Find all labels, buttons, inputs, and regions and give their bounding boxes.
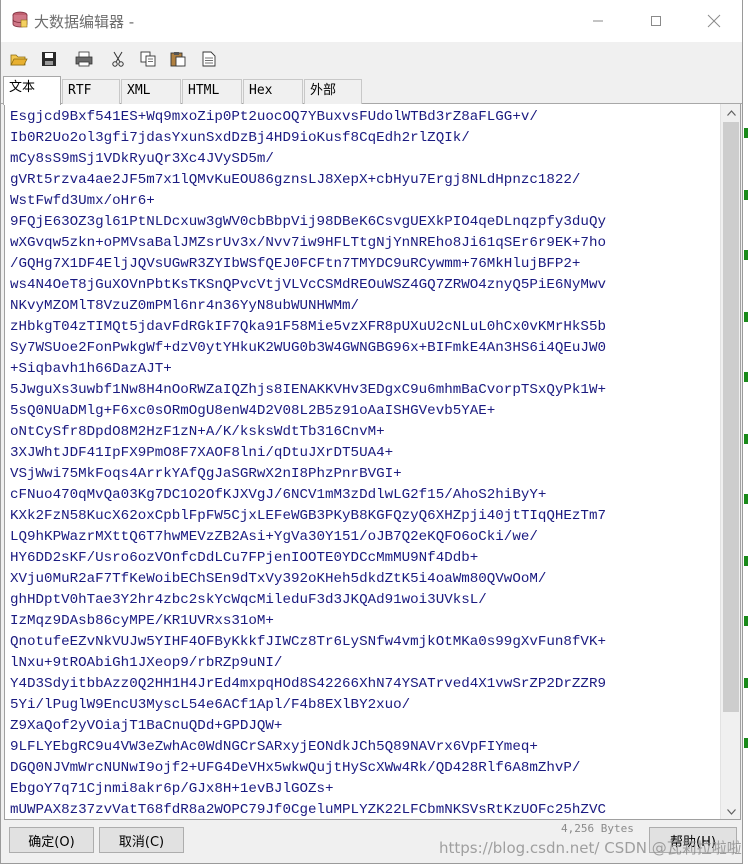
- editor-line: oNtCySfr8DpdO8M2HzF1zN+A/K/ksksWdtTb316C…: [10, 424, 385, 440]
- editor-line: lNxu+9tROAbiGh1JXeop9/rbRZp9uNI/: [10, 655, 283, 671]
- scroll-down-button[interactable]: [721, 803, 740, 819]
- editor-line: EbgoY7q71Cjnmi8akr6p/GJx8H+1evBJlGOZs+: [10, 781, 334, 797]
- close-icon: [707, 14, 721, 28]
- editor-line: 5sQ0NUaDMlg+F6xc0sORmOgU8enW4D2V08L2B5z9…: [10, 403, 496, 419]
- editor-line: mCy8sS9mSj1VDkRyuQr3Xc4JVySD5m/: [10, 151, 274, 167]
- paste-icon: [170, 52, 186, 67]
- tab-hex[interactable]: Hex: [243, 79, 303, 104]
- editor-line: 9LFLYEbgRC9u4VW3eZwhAc0WdNGCrSARxyjEONdk…: [10, 739, 538, 755]
- window-title: 大数据编辑器 -: [34, 13, 135, 31]
- background-marker: [744, 434, 748, 444]
- tab-rtf[interactable]: RTF: [62, 79, 120, 104]
- editor-line: VSjWwi75MkFoqs4ArrkYAfQgJaSGRwX2nI8PhzPn…: [10, 466, 402, 482]
- background-marker: [744, 190, 748, 200]
- ok-button[interactable]: 确定(O): [9, 827, 94, 853]
- save-button[interactable]: [38, 48, 60, 70]
- editor-line: mUWPAX8z37zvVatT68fdR8a2WOPC79Jf0CgeluMP…: [10, 802, 606, 818]
- chevron-down-icon: [726, 808, 736, 815]
- background-marker: [744, 494, 748, 504]
- maximize-icon: [651, 16, 661, 26]
- background-marker: [744, 678, 748, 688]
- editor-line: gVRt5rzva4ae2JF5m7x1lQMvKuEOU86gznsLJ8Xe…: [10, 172, 581, 188]
- background-marker: [744, 312, 748, 322]
- background-marker: [744, 738, 748, 748]
- save-icon: [42, 52, 56, 66]
- editor-line: ws4N4OeT8jGuXOVnPbtKsTKSnQPvcVtjVLVcCSMd…: [10, 277, 606, 293]
- minimize-button[interactable]: [569, 0, 627, 42]
- tab-external[interactable]: 外部: [304, 79, 362, 104]
- editor-line: 5Yi/lPuglW9EncU3MyscL54e6ACf1Apl/F4b8EXl…: [10, 697, 411, 713]
- chevron-up-icon: [726, 109, 736, 116]
- background-marker: [744, 556, 748, 566]
- editor-line: wXGvqw5zkn+oPMVsaBalJMZsrUv3x/Nvv7iw9HFL…: [10, 235, 606, 251]
- document-icon: [202, 51, 216, 67]
- title-bar: 大数据编辑器 -: [1, 0, 742, 42]
- cut-button[interactable]: [107, 48, 129, 70]
- print-button[interactable]: [73, 48, 95, 70]
- close-button[interactable]: [685, 0, 742, 42]
- scroll-up-button[interactable]: [721, 104, 740, 121]
- tab-text[interactable]: 文本: [3, 76, 61, 105]
- open-button[interactable]: [8, 48, 30, 70]
- editor-line: zHbkgT04zTIMQt5jdavFdRGkIF7Qka91F58Mie5v…: [10, 319, 606, 335]
- byte-count: 4,256 Bytes: [561, 822, 634, 835]
- editor-line: Z9XaQof2yVOiajT1BaCnuQDd+GPDJQW+: [10, 718, 283, 734]
- background-window-edge: [743, 0, 748, 864]
- editor-line: QnotufeEZvNkVUJw5YIHF4OFByKkkfJIWCz8Tr6L…: [10, 634, 606, 650]
- editor-line: Y4D3SdyitbbAzz0Q2HH1H4JrEd4mxpqHOd8S4226…: [10, 676, 606, 692]
- text-editor[interactable]: Esgjcd9Bxf541ES+Wq9mxoZip0Pt2uocOQ7YBuxv…: [4, 104, 741, 820]
- background-marker: [744, 128, 748, 138]
- vertical-scrollbar[interactable]: [720, 104, 740, 819]
- editor-text[interactable]: Esgjcd9Bxf541ES+Wq9mxoZip0Pt2uocOQ7YBuxv…: [10, 107, 722, 819]
- editor-line: IzMqz9DAsb86cyMPE/KR1UVRxs31oM+: [10, 613, 274, 629]
- editor-line: Esgjcd9Bxf541ES+Wq9mxoZip0Pt2uocOQ7YBuxv…: [10, 109, 538, 125]
- copy-button[interactable]: [137, 48, 159, 70]
- background-marker: [744, 616, 748, 626]
- background-marker: [744, 372, 748, 382]
- tab-bar: 文本 RTF XML HTML Hex 外部: [1, 76, 742, 105]
- maximize-button[interactable]: [627, 0, 685, 42]
- open-folder-icon: [10, 54, 28, 66]
- cancel-button[interactable]: 取消(C): [99, 827, 184, 853]
- paste-button[interactable]: [167, 48, 189, 70]
- editor-line: 5JwguXs3uwbf1Nw8H4nOoRWZaIQZhjs8IENAKKVH…: [10, 382, 606, 398]
- editor-line: 9FQjE63OZ3gl61PtNLDcxuw3gWV0cbBbpVij98DB…: [10, 214, 606, 230]
- watermark: https://blog.csdn.net/ CSDN @瓦莉拉啦啦: [439, 839, 742, 857]
- editor-line: WstFwfd3Umx/oHr6+: [10, 193, 155, 209]
- editor-line: Ib0R2Uo2ol3gfi7jdasYxunSxdDzBj4HD9ioKusf…: [10, 130, 470, 146]
- database-icon: [11, 11, 29, 29]
- editor-line: XVju0MuR2aF7TfKeWoibEChSEn9dTxVy392oKHeh…: [10, 571, 547, 587]
- tab-xml[interactable]: XML: [121, 79, 181, 104]
- editor-line: LQ9hKPWazrMXttQ6T7hwMEVzZB2Asi+YgVa30Y15…: [10, 529, 538, 545]
- editor-line: +Siqbavh1h66DazAJT+: [10, 361, 172, 377]
- scroll-thumb[interactable]: [723, 122, 739, 712]
- toolbar: [1, 42, 742, 76]
- editor-line: NKvyMZOMlT8VzuZ0mPMl6nr4n36YyN8ubWUNHWMm…: [10, 298, 360, 314]
- editor-line: 3XJWhtJDF41IpFX9PmO8F7XAOF8lni/qDtuJXrDT…: [10, 445, 394, 461]
- copy-icon: [140, 51, 156, 67]
- minimize-icon: [593, 20, 603, 22]
- editor-line: DGQ0NJVmWrcNUNwI9ojf2+UFG4DeVHx5wkwQujtH…: [10, 760, 581, 776]
- print-icon: [75, 51, 93, 67]
- background-marker: [744, 250, 748, 260]
- cut-icon: [112, 51, 124, 67]
- editor-line: HY6DD2sKF/Usro6ozVOnfcDdLCu7FPjenIOOTE0Y…: [10, 550, 479, 566]
- editor-line: /GQHg7X1DF4EljJQVsUGwR3ZYIbWSfQEJ0FCFtn7…: [10, 256, 581, 272]
- editor-line: cFNuo470qMvQa03Kg7DC1O2OfKJXVgJ/6NCV1mM3…: [10, 487, 547, 503]
- editor-line: KXk2FzN58KucX62oxCpblFpFW5CjxLEFeWGB3PKy…: [10, 508, 606, 524]
- dialog-footer: 确定(O) 取消(C) 4,256 Bytes 帮助(H) https://bl…: [1, 820, 742, 863]
- editor-line: Sy7WSUoe2FonPwkgWf+dzV0ytYHkuK2WUG0b3W4G…: [10, 340, 606, 356]
- document-button[interactable]: [198, 48, 220, 70]
- editor-line: ghHDptV0hTae3Y2hr4zbc2skYcWqcMileduF3d3J…: [10, 592, 487, 608]
- tab-html[interactable]: HTML: [182, 79, 242, 104]
- editor-window: 大数据编辑器 - 文本 RTF XML HTML Hex 外部 Esgjcd9B…: [0, 0, 743, 864]
